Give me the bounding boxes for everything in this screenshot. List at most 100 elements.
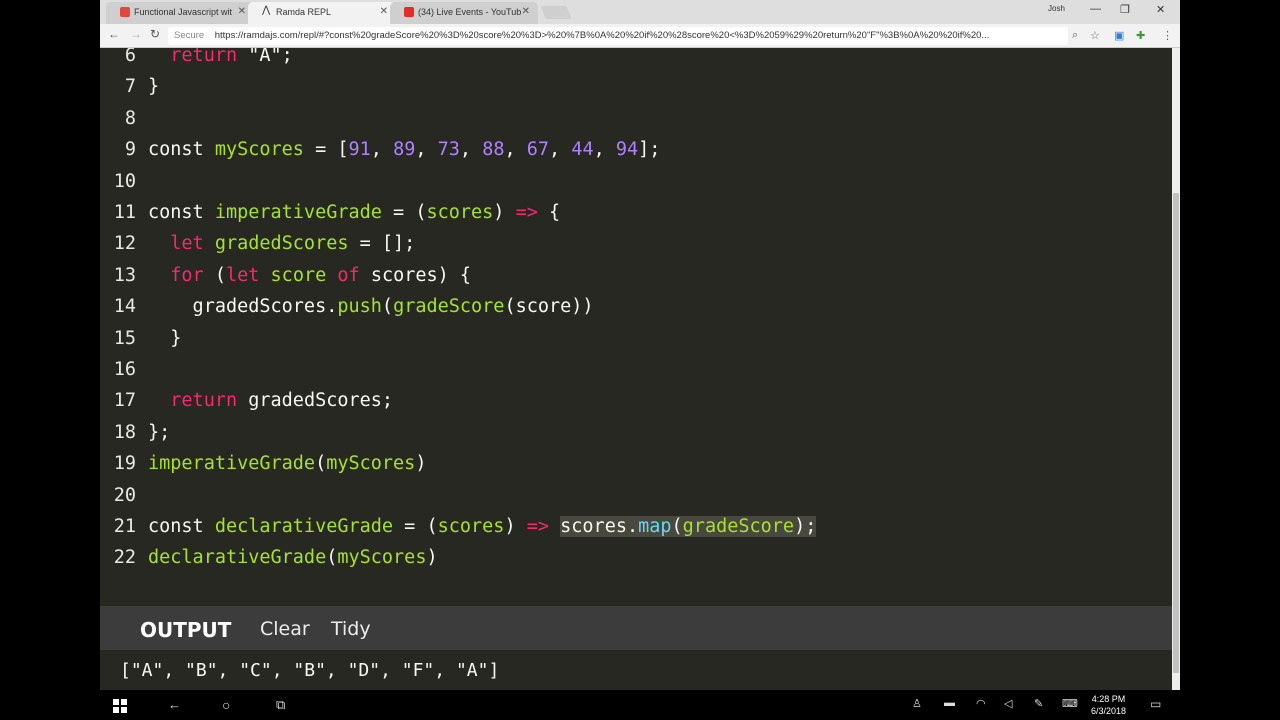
code-line[interactable]: 15 } xyxy=(100,328,1172,358)
cortana-icon[interactable]: ○ xyxy=(222,697,230,713)
extension-icon[interactable]: ✚ xyxy=(1136,29,1145,42)
code-line[interactable]: 7} xyxy=(100,76,1172,106)
code-token: ( xyxy=(203,264,226,286)
tray-app-icon[interactable]: ▬ xyxy=(944,697,955,709)
code-token: , xyxy=(415,139,438,161)
code-token: 89 xyxy=(393,139,416,161)
new-tab-button[interactable] xyxy=(540,6,572,19)
keyboard-icon[interactable]: ⌨ xyxy=(1062,697,1078,710)
code-token: ]; xyxy=(638,139,661,161)
code-text: declarativeGrade(myScores) xyxy=(148,547,438,568)
back-icon[interactable]: ← xyxy=(168,697,181,712)
volume-icon[interactable]: ◁ xyxy=(1004,697,1012,710)
code-line[interactable]: 22 declarativeGrade(myScores) xyxy=(100,547,1172,577)
code-text: const imperativeGrade = (scores) => { xyxy=(148,202,560,223)
user-badge[interactable]: Josh xyxy=(1048,4,1065,13)
code-token: imperativeGrade xyxy=(214,202,382,223)
code-line[interactable]: 12 let gradedScores = []; xyxy=(100,233,1172,263)
extension-icon[interactable]: ▣ xyxy=(1114,29,1124,42)
tab-ramda-repl[interactable]: ⋀ Ramda REPL ✕ xyxy=(248,2,396,24)
windows-start-icon[interactable] xyxy=(113,699,127,713)
code-line[interactable]: 11 const imperativeGrade = (scores) => { xyxy=(100,202,1172,232)
clock[interactable]: 4:28 PM 6/3/2018 xyxy=(1091,693,1126,717)
code-line[interactable]: 10 xyxy=(100,171,1172,201)
code-line[interactable]: 18}; xyxy=(100,422,1172,452)
code-token: = ( xyxy=(393,516,438,537)
line-number: 7 xyxy=(124,76,136,98)
code-token: , xyxy=(549,139,572,161)
code-line[interactable]: 17 return gradedScores; xyxy=(100,390,1172,420)
code-line[interactable]: 14 gradedScores.push(gradeScore(score)) xyxy=(100,296,1172,326)
scrollbar[interactable] xyxy=(1172,48,1180,690)
code-token: declarativeGrade xyxy=(214,516,394,537)
scrollbar-thumb[interactable] xyxy=(1173,193,1179,673)
code-token: "A"; xyxy=(248,48,293,66)
window-close-icon[interactable]: ✕ xyxy=(1156,3,1165,16)
address-bar[interactable]: Secure https://ramdajs.com/repl/#?const%… xyxy=(168,27,1068,45)
close-icon[interactable]: ✕ xyxy=(380,6,388,17)
code-line[interactable]: 8 xyxy=(100,108,1172,138)
tab-youtube[interactable]: (34) Live Events - YouTub ✕ xyxy=(390,2,538,24)
code-token: ( xyxy=(326,547,338,569)
wifi-icon[interactable]: ◠ xyxy=(976,697,986,710)
tab-title: Ramda REPL xyxy=(276,7,332,17)
tidy-button[interactable]: Tidy xyxy=(331,618,371,640)
tab-title: (34) Live Events - YouTub xyxy=(418,7,522,17)
code-token: } xyxy=(148,76,160,98)
line-number: 19 xyxy=(113,453,136,475)
clear-button[interactable]: Clear xyxy=(260,618,310,640)
url-text: https://ramdajs.com/repl/#?const%20grade… xyxy=(214,30,990,41)
taskbar: ← ○ ⧉ ♙ ▬ ◠ ◁ ✎ ⌨ 4:28 PM 6/3/2018 ▭ xyxy=(0,690,1280,720)
code-token: ) { xyxy=(437,264,472,286)
task-view-icon[interactable]: ⧉ xyxy=(276,697,285,713)
pen-icon[interactable]: ✎ xyxy=(1034,697,1043,710)
close-icon[interactable]: ✕ xyxy=(238,6,246,17)
code-token: , xyxy=(459,139,483,161)
tab-functional-javascript[interactable]: Functional Javascript wit ✕ xyxy=(106,2,254,24)
site-favicon-icon xyxy=(120,7,130,17)
code-line[interactable]: 21 const declarativeGrade = (scores) => s… xyxy=(100,516,1172,546)
code-line[interactable]: 13 for (let score of scores) { xyxy=(100,265,1172,295)
line-number: 10 xyxy=(113,170,136,192)
restore-icon[interactable]: ❐ xyxy=(1120,3,1130,16)
code-token: of xyxy=(326,264,371,286)
code-text: imperativeGrade(myScores) xyxy=(148,453,426,474)
code-text: let gradedScores = []; xyxy=(148,233,415,254)
forward-icon[interactable]: → xyxy=(130,27,142,41)
people-icon[interactable]: ♙ xyxy=(912,697,922,710)
clock-date: 6/3/2018 xyxy=(1091,706,1127,716)
line-number: 18 xyxy=(113,421,136,443)
code-line[interactable]: 9 const myScores = [91, 89, 73, 88, 67, 4… xyxy=(100,139,1172,169)
code-line[interactable]: 19 imperativeGrade(myScores) xyxy=(100,453,1172,483)
back-icon[interactable]: ← xyxy=(108,27,120,41)
code-token: ) xyxy=(415,453,427,475)
code-token: ) xyxy=(504,516,527,537)
code-token: gradeScore xyxy=(393,296,505,318)
code-text: for (let score of scores) { xyxy=(148,265,471,286)
minimize-icon[interactable]: — xyxy=(1090,3,1101,15)
tab-title: Functional Javascript wit xyxy=(134,7,233,17)
code-token: (score)) xyxy=(504,296,594,318)
line-number: 13 xyxy=(113,264,136,286)
code-line[interactable]: 16 xyxy=(100,359,1172,389)
reload-icon[interactable]: ↻ xyxy=(150,27,160,41)
code-token: const xyxy=(148,516,215,537)
line-number: 15 xyxy=(113,327,136,349)
code-token: scores xyxy=(426,202,494,223)
code-token: ( xyxy=(381,296,394,318)
menu-icon[interactable]: ⋮ xyxy=(1162,29,1173,42)
zoom-icon[interactable]: ⌕ xyxy=(1072,29,1078,42)
code-token: 73 xyxy=(437,139,460,161)
code-token: return xyxy=(148,48,249,66)
notifications-icon[interactable]: ▭ xyxy=(1150,697,1161,711)
bookmark-star-icon[interactable]: ☆ xyxy=(1090,29,1100,42)
code-text: }; xyxy=(148,422,170,443)
code-editor[interactable]: 6 return "A"; 7} 8 9 const myScores = [91, 8… xyxy=(100,48,1172,600)
code-token: gradedScores. xyxy=(148,296,338,318)
code-line[interactable]: 6 return "A"; xyxy=(100,48,1172,75)
code-token: map xyxy=(638,516,672,537)
code-token: 67 xyxy=(526,139,550,161)
code-line[interactable]: 20 xyxy=(100,485,1172,515)
close-icon[interactable]: ✕ xyxy=(522,6,530,17)
code-token: scores. xyxy=(560,516,639,537)
